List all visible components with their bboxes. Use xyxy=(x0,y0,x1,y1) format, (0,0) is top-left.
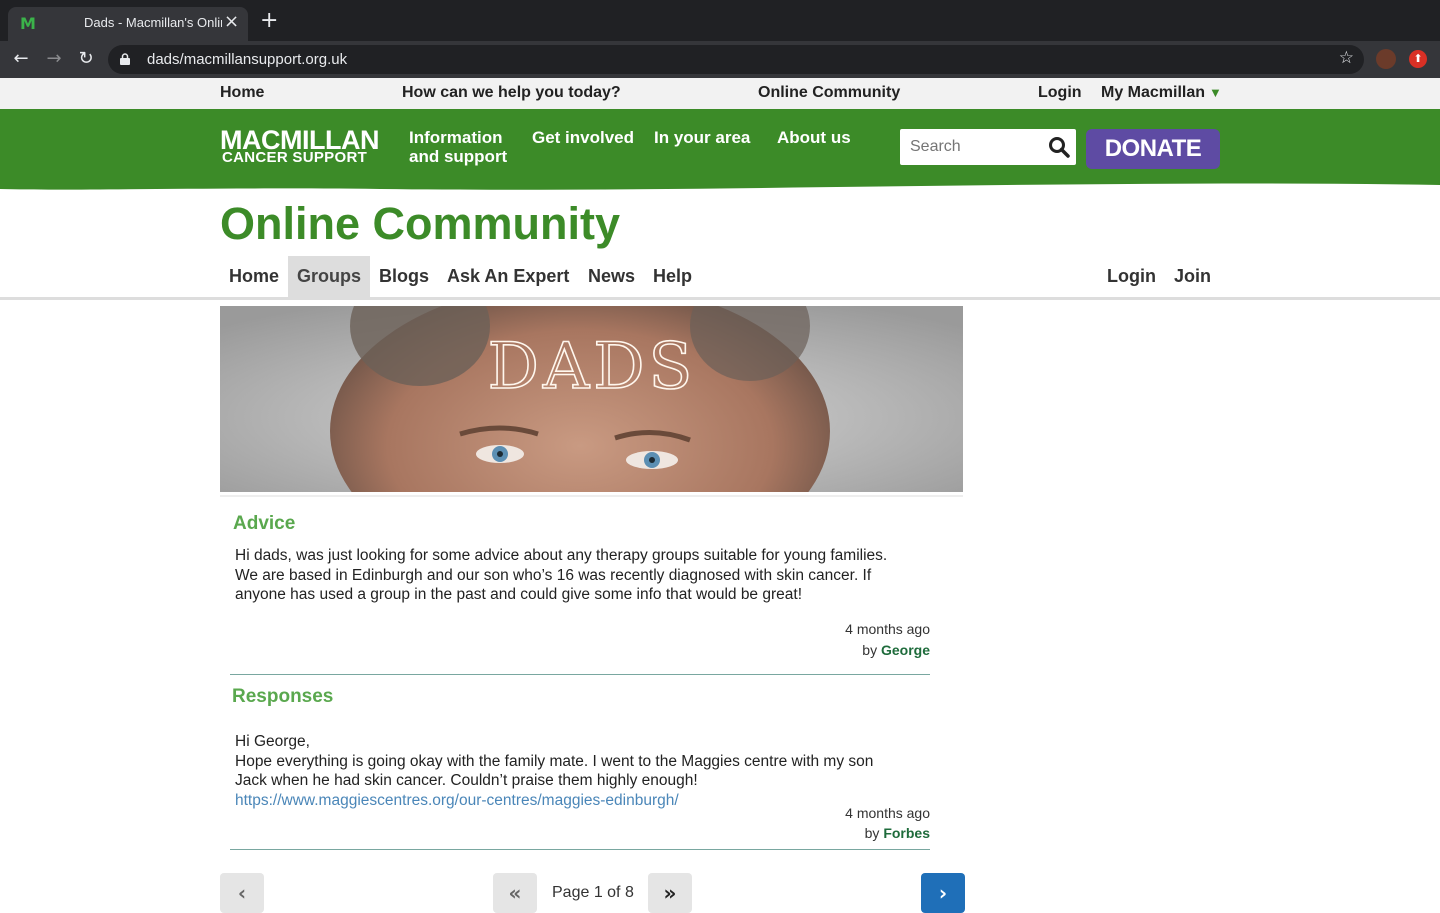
responses-heading: Responses xyxy=(232,686,334,707)
site-header: MACMILLAN CANCER SUPPORT Information and… xyxy=(0,109,1440,193)
browser-toolbar: ← → ↻ dads/macmillansupport.org.uk ☆ ⬆ xyxy=(0,41,1440,78)
profile-avatar[interactable] xyxy=(1376,49,1396,69)
post-line: anyone has used a group in the past and … xyxy=(235,586,802,603)
bookmark-star-icon[interactable]: ☆ xyxy=(1339,48,1354,68)
search-input[interactable] xyxy=(900,129,1040,165)
last-page-button[interactable]: » xyxy=(648,873,692,913)
subnav-groups[interactable]: Groups xyxy=(288,256,371,297)
nav-about-us[interactable]: About us xyxy=(777,128,851,147)
reply-byline: by Forbes xyxy=(700,825,930,841)
subnav-blogs[interactable]: Blogs xyxy=(370,256,438,297)
post-line: Hi dads, was just looking for some advic… xyxy=(235,547,888,564)
post-author-link[interactable]: George xyxy=(881,642,930,658)
post-body: Hi dads, was just looking for some advic… xyxy=(235,546,925,605)
reply-author-link[interactable]: Forbes xyxy=(883,825,930,841)
chevron-down-icon: ▼ xyxy=(1209,85,1222,100)
reply-by-label: by xyxy=(864,825,880,841)
subnav-help[interactable]: Help xyxy=(644,256,701,297)
first-page-button[interactable]: « xyxy=(493,873,537,913)
my-macmillan-menu[interactable]: My Macmillan ▼ xyxy=(1101,84,1222,102)
post-byline: by George xyxy=(700,642,930,658)
subnav-ask-an-expert[interactable]: Ask An Expert xyxy=(438,256,578,297)
browser-tab[interactable]: M Dads - Macmillan's Online Community × xyxy=(8,7,248,41)
macmillan-logo-sub: CANCER SUPPORT xyxy=(222,149,368,166)
address-bar[interactable]: dads/macmillansupport.org.uk ☆ xyxy=(108,45,1364,74)
reply-line: Hi George, xyxy=(235,733,310,750)
lock-icon xyxy=(120,53,130,65)
nav-information-support[interactable]: Information and support xyxy=(409,128,507,166)
header-wave-background xyxy=(0,109,1440,190)
macmillan-favicon-icon: M xyxy=(20,14,36,33)
back-arrow-icon[interactable]: ← xyxy=(9,47,33,71)
reply-divider xyxy=(230,849,930,850)
post-timestamp: 4 months ago xyxy=(845,621,930,637)
reply-line: Hope everything is going okay with the f… xyxy=(235,752,874,770)
previous-post-button[interactable]: ‹ xyxy=(220,873,264,913)
page-title: Online Community xyxy=(220,198,621,249)
group-banner-image: DADS xyxy=(220,306,963,492)
close-tab-icon[interactable]: × xyxy=(224,13,239,31)
topbar-login-link[interactable]: Login xyxy=(1038,84,1082,102)
chevron-left-icon: ‹ xyxy=(237,881,247,905)
browser-tab-strip: M Dads - Macmillan's Online Community × … xyxy=(0,0,1440,41)
double-chevron-right-icon: » xyxy=(663,881,677,905)
site-utility-bar: Home How can we help you today? Online C… xyxy=(0,78,1440,109)
nav-get-involved[interactable]: Get involved xyxy=(532,128,634,147)
subnav-login[interactable]: Login xyxy=(1098,256,1165,297)
advice-heading: Advice xyxy=(233,513,296,534)
search-icon[interactable] xyxy=(1048,136,1070,158)
nav-info-line2: and support xyxy=(409,147,508,166)
topbar-home-link[interactable]: Home xyxy=(220,84,264,102)
banner-dads-text: DADS xyxy=(488,330,697,404)
post-by-label: by xyxy=(862,642,878,658)
topbar-help-link[interactable]: How can we help you today? xyxy=(402,84,621,102)
post-divider xyxy=(230,674,930,675)
forward-arrow-icon[interactable]: → xyxy=(42,47,66,71)
reply-line: Jack when he had skin cancer. Couldn’t p… xyxy=(235,772,698,789)
subnav-home[interactable]: Home xyxy=(220,256,288,297)
chevron-right-icon: › xyxy=(938,881,948,905)
reply-body: Hi George, Hope everything is going okay… xyxy=(235,732,925,810)
new-tab-icon[interactable]: + xyxy=(260,10,278,32)
nav-in-your-area[interactable]: In your area xyxy=(654,128,750,147)
nav-info-line1: Information xyxy=(409,128,503,147)
maggies-link[interactable]: https://www.maggiescentres.org/our-centr… xyxy=(235,792,679,809)
url-text: dads/macmillansupport.org.uk xyxy=(147,51,348,68)
my-macmillan-label: My Macmillan xyxy=(1101,84,1206,101)
subnav-news[interactable]: News xyxy=(579,256,644,297)
topbar-community-link[interactable]: Online Community xyxy=(758,84,900,102)
banner-divider xyxy=(220,495,963,497)
extension-upload-icon[interactable]: ⬆ xyxy=(1409,50,1427,68)
subnav-join[interactable]: Join xyxy=(1165,256,1220,297)
post-line: We are based in Edinburgh and our son wh… xyxy=(235,566,872,584)
tab-title: Dads - Macmillan's Online Community xyxy=(84,15,222,30)
donate-button[interactable]: DONATE xyxy=(1086,129,1220,169)
site-search xyxy=(900,129,1076,165)
reload-icon[interactable]: ↻ xyxy=(74,47,98,71)
double-chevron-left-icon: « xyxy=(508,881,522,905)
reply-timestamp: 4 months ago xyxy=(845,805,930,821)
community-subnav: Home Groups Blogs Ask An Expert News Hel… xyxy=(0,256,1440,300)
page-indicator: Page 1 of 8 xyxy=(552,884,634,901)
next-post-button[interactable]: › xyxy=(921,873,965,913)
